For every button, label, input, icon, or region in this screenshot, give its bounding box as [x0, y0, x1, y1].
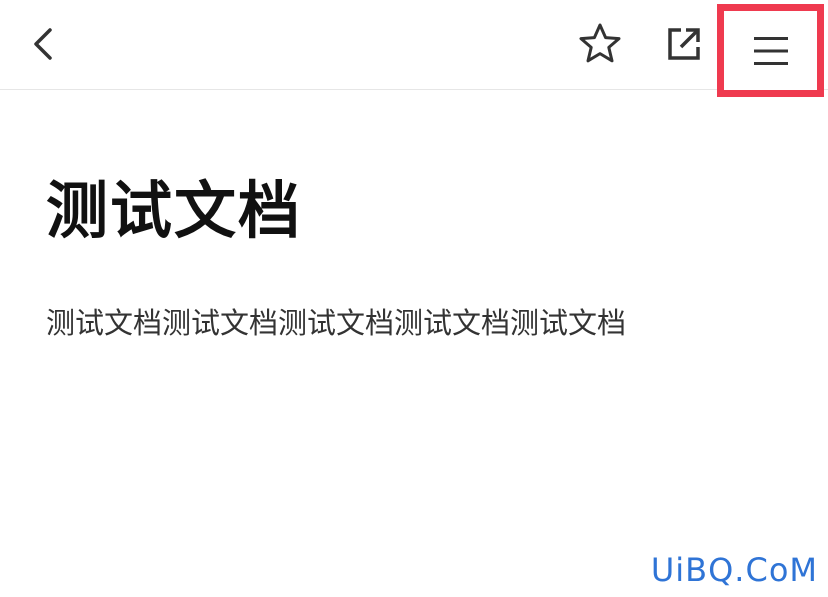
top-toolbar: [0, 0, 828, 97]
menu-button[interactable]: [731, 18, 810, 83]
menu-highlight-box: [717, 4, 824, 97]
favorite-button[interactable]: [574, 18, 626, 70]
watermark: UiBQ.CoM: [650, 551, 818, 589]
external-link-icon: [668, 28, 700, 60]
document-title: 测试文档: [46, 174, 303, 247]
open-external-button[interactable]: [658, 18, 710, 70]
chevron-left-icon: [34, 28, 52, 60]
back-button[interactable]: [18, 18, 70, 70]
document-body: 测试文档测试文档测试文档测试文档测试文档: [46, 306, 627, 340]
hamburger-menu-icon: [753, 36, 788, 65]
star-outline-icon: [579, 23, 621, 63]
